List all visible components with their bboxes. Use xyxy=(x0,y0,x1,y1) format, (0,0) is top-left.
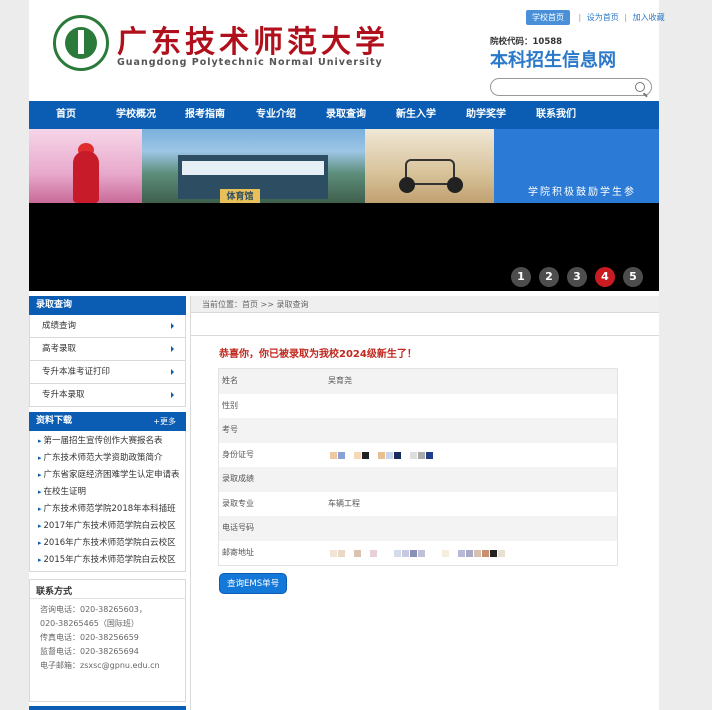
list-item[interactable]: 2015年广东技术师范学院白云校区 xyxy=(30,552,185,569)
site-name: 本科招生信息网 xyxy=(490,50,616,71)
row-label: 邮寄地址 xyxy=(222,547,254,557)
banner-caption: 学院积极鼓励学生参 xyxy=(528,187,636,198)
table-row: 姓名 吴育尧 xyxy=(219,369,617,394)
nav-item-financial-aid[interactable]: 助学奖学 xyxy=(451,101,521,129)
contact-panel: 联系方式 咨询电话：020-38265603， 020-38265465（国际班… xyxy=(29,579,186,702)
table-row: 性别 xyxy=(219,393,617,418)
row-value: 吴育尧 xyxy=(328,376,352,385)
list-item[interactable]: 广东技术师范大学资助政策简介 xyxy=(30,450,185,467)
row-label: 考号 xyxy=(222,425,238,434)
sidebar-title: 录取查询 xyxy=(29,296,186,315)
row-label: 录取专业 xyxy=(222,498,254,508)
add-favorite-link[interactable]: 加入收藏 xyxy=(633,13,665,22)
contact-line: 020-38265465（国际班） xyxy=(40,619,139,628)
nav-item-admission-query[interactable]: 录取查询 xyxy=(311,101,381,129)
contact-body: 咨询电话：020-38265603， 020-38265465（国际班） 传真电… xyxy=(30,599,185,673)
top-links: 学校首页 | 设为首页 | 加入收藏 xyxy=(526,10,668,25)
school-home-button[interactable]: 学校首页 xyxy=(526,10,570,25)
table-row: 录取成绩 xyxy=(219,467,617,492)
left-sidebar: 录取查询 成绩查询 高考录取 专升本准考证打印 专升本录取 资料下载 +更多 第… xyxy=(29,296,186,702)
contact-line: 咨询电话：020-38265603， xyxy=(40,605,147,614)
nav-item-guide[interactable]: 报考指南 xyxy=(169,101,241,129)
contact-line: 电子邮箱：zsxsc@gpnu.edu.cn xyxy=(40,661,160,670)
row-label: 姓名 xyxy=(222,376,238,385)
row-label: 身份证号 xyxy=(222,449,254,459)
arrow-right-icon xyxy=(171,369,174,375)
main-nav: 首页 学校概况 报考指南 专业介绍 录取查询 新生入学 助学奖学 联系我们 xyxy=(29,101,659,129)
university-name-cn[interactable]: 广东技术师范大学 xyxy=(117,17,389,61)
row-value: 车辆工程 xyxy=(328,498,360,508)
search-box xyxy=(490,78,652,96)
sidebar-item-score-query[interactable]: 成绩查询 xyxy=(29,315,186,338)
download-list: 第一届招生宣传创作大赛报名表 广东技术师范大学资助政策简介 广东省家庭经济困难学… xyxy=(29,431,186,572)
redacted-address-mosaic xyxy=(330,549,506,557)
row-label: 性别 xyxy=(222,400,238,410)
footer-stub xyxy=(29,706,186,710)
query-ems-button[interactable]: 查询EMS单号 xyxy=(219,573,288,594)
banner-photo-text: 学院积极鼓励学生参 xyxy=(494,129,659,203)
slideshow-pager: 1 2 3 4 5 xyxy=(511,267,643,287)
arrow-right-icon xyxy=(171,392,174,398)
header: 广东技术师范大学 Guangdong Polytechnic Normal Un… xyxy=(29,5,665,100)
sidebar-item-upgrade-admission[interactable]: 专升本录取 xyxy=(29,384,186,407)
university-seal-logo[interactable] xyxy=(53,15,109,71)
breadcrumb: 当前位置：首页 >> 录取查询 xyxy=(191,296,659,313)
sidebar-item-admission-ticket[interactable]: 专升本准考证打印 xyxy=(29,361,186,384)
banner-photo-gym: 体育馆 xyxy=(142,129,365,203)
pager-dot-4[interactable]: 4 xyxy=(595,267,615,287)
downloads-panel: 资料下载 +更多 第一届招生宣传创作大赛报名表 广东技术师范大学资助政策简介 广… xyxy=(29,412,186,572)
redacted-id-mosaic xyxy=(330,451,434,459)
nav-item-about[interactable]: 学校概况 xyxy=(103,101,169,129)
table-row: 邮寄地址 xyxy=(219,540,617,565)
congrats-message: 恭喜你，你已被录取为我校2024级新生了！ xyxy=(219,349,417,360)
list-item[interactable]: 广东技术师范学院2018年本科插班 xyxy=(30,501,185,518)
contact-line: 传真电话：020-38256659 xyxy=(40,633,139,642)
list-item[interactable]: 2016年广东技术师范学院白云校区 xyxy=(30,535,185,552)
arrow-right-icon xyxy=(171,323,174,329)
banner-photo-buggy xyxy=(365,129,494,203)
banner-photo-fashion xyxy=(29,129,142,203)
admission-result-table: 姓名 吴育尧 性别 考号 身份证号 录取成绩 录取专业 车辆工程 电话号码 邮寄… xyxy=(218,368,618,566)
main-content: 当前位置：首页 >> 录取查询 恭喜你，你已被录取为我校2024级新生了！ 姓名… xyxy=(190,296,659,710)
nav-item-home[interactable]: 首页 xyxy=(29,101,103,129)
search-input[interactable] xyxy=(499,81,629,94)
list-item[interactable]: 广东省家庭经济困难学生认定申请表 xyxy=(30,467,185,484)
table-row: 身份证号 xyxy=(219,442,617,467)
list-item[interactable]: 第一届招生宣传创作大赛报名表 xyxy=(30,433,185,450)
downloads-title: 资料下载 +更多 xyxy=(29,412,186,431)
seal-tower xyxy=(78,30,84,54)
pager-dot-5[interactable]: 5 xyxy=(623,267,643,287)
list-item[interactable]: 在校生证明 xyxy=(30,484,185,501)
contact-title: 联系方式 xyxy=(30,580,185,599)
page: 广东技术师范大学 Guangdong Polytechnic Normal Un… xyxy=(29,0,665,710)
table-row: 考号 xyxy=(219,418,617,443)
row-label: 录取成绩 xyxy=(222,474,254,483)
nav-item-contact[interactable]: 联系我们 xyxy=(521,101,591,129)
pager-dot-3[interactable]: 3 xyxy=(567,267,587,287)
nav-item-enrollment[interactable]: 新生入学 xyxy=(381,101,451,129)
row-label: 电话号码 xyxy=(222,523,254,532)
list-item[interactable]: 2017年广东技术师范学院白云校区 xyxy=(30,518,185,535)
banner-slideshow[interactable]: 体育馆 学院积极鼓励学生参 1 2 3 4 5 xyxy=(29,129,659,291)
pager-dot-2[interactable]: 2 xyxy=(539,267,559,287)
downloads-more-link[interactable]: +更多 xyxy=(153,412,176,431)
contact-line: 监督电话：020-38265694 xyxy=(40,647,139,656)
table-row: 电话号码 xyxy=(219,516,617,541)
arrow-right-icon xyxy=(171,346,174,352)
table-row: 录取专业 车辆工程 xyxy=(219,491,617,516)
pager-dot-1[interactable]: 1 xyxy=(511,267,531,287)
gym-sign: 体育馆 xyxy=(220,189,260,203)
search-icon[interactable] xyxy=(635,82,645,92)
university-name-en: Guangdong Polytechnic Normal University xyxy=(117,57,383,68)
sidebar-item-gaokao-admission[interactable]: 高考录取 xyxy=(29,338,186,361)
nav-item-majors[interactable]: 专业介绍 xyxy=(241,101,311,129)
set-home-link[interactable]: 设为首页 xyxy=(587,13,619,22)
